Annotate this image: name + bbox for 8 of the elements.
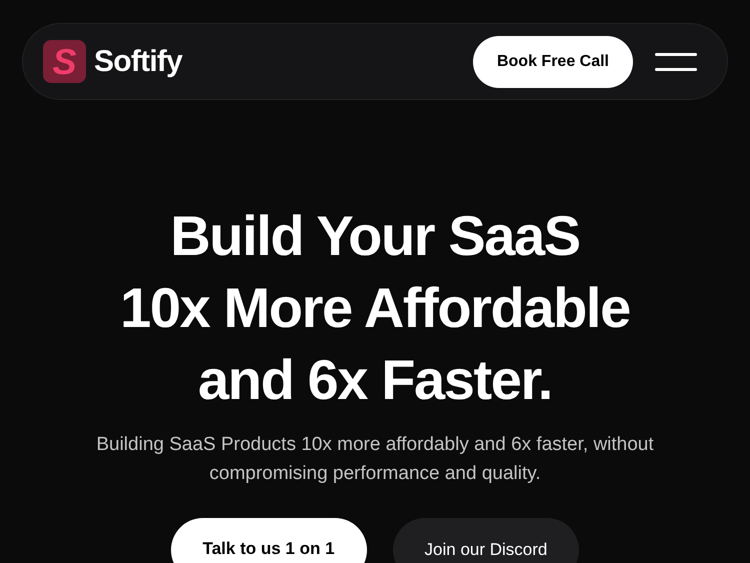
brand-name: Softify <box>94 44 182 80</box>
hero-headline: Build Your SaaS 10x More Affordable and 6x Faster. <box>119 203 631 413</box>
book-call-button[interactable]: Book Free Call <box>472 36 633 88</box>
menu-icon[interactable] <box>655 52 697 70</box>
talk-button[interactable]: Talk to us 1 on 1 <box>170 518 367 563</box>
logo-mark: S <box>43 40 86 83</box>
discord-button[interactable]: Join our Discord <box>392 518 580 563</box>
hero-subtitle: Building SaaS Products 10x more affordably and 6x faster, without compromising performance and quality. <box>95 433 655 486</box>
